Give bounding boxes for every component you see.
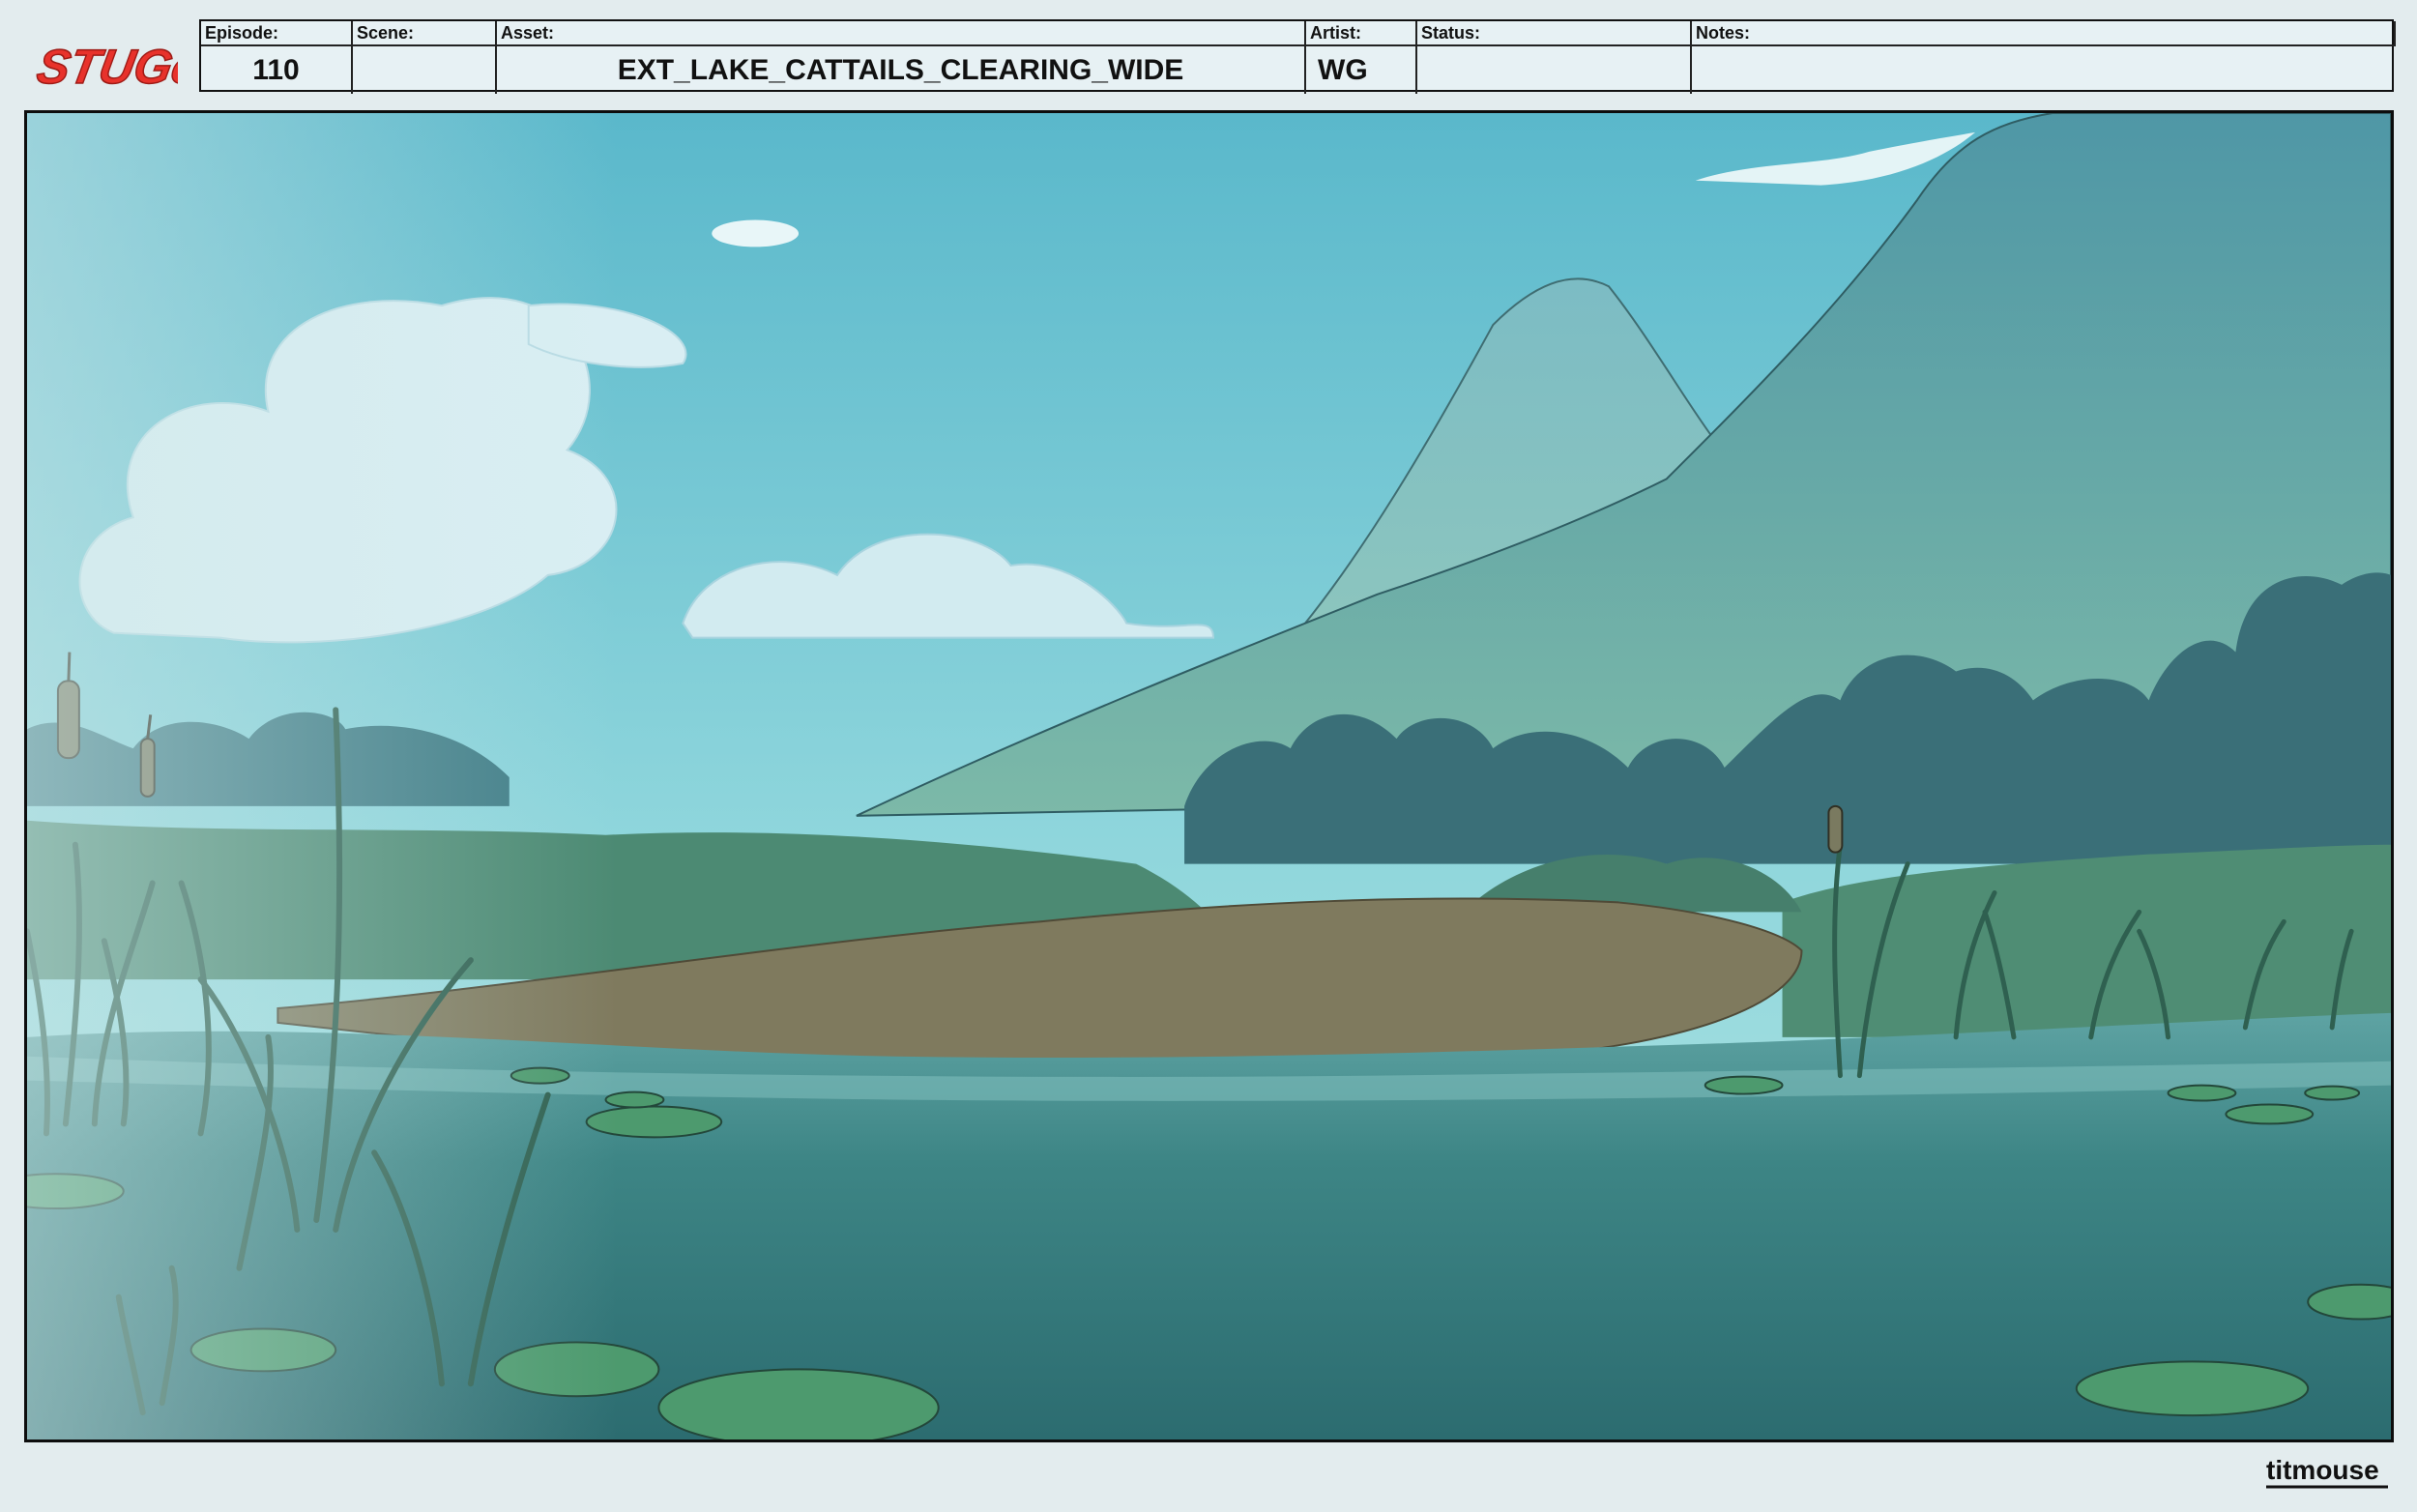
- asset-label: Asset:: [497, 21, 1306, 46]
- episode-label: Episode:: [201, 21, 353, 46]
- scene-label: Scene:: [353, 21, 497, 46]
- asset-value: EXT_LAKE_CATTAILS_CLEARING_WIDE: [497, 46, 1306, 94]
- show-logo: STUGo: [32, 29, 207, 97]
- notes-value: [1692, 46, 2396, 94]
- notes-label: Notes:: [1692, 21, 2396, 46]
- artist-value: WG: [1306, 46, 1417, 94]
- studio-logo: titmouse: [2262, 1440, 2398, 1498]
- scene-value: [353, 46, 497, 94]
- artist-label: Artist:: [1306, 21, 1417, 46]
- status-value: [1417, 46, 1692, 94]
- background-painting: [24, 110, 2394, 1442]
- production-slate: Episode: Scene: Asset: Artist: Status: N…: [199, 19, 2396, 94]
- episode-value: 110: [201, 46, 353, 94]
- svg-text:STUGo: STUGo: [33, 39, 178, 94]
- svg-text:titmouse: titmouse: [2266, 1455, 2379, 1485]
- status-label: Status:: [1417, 21, 1692, 46]
